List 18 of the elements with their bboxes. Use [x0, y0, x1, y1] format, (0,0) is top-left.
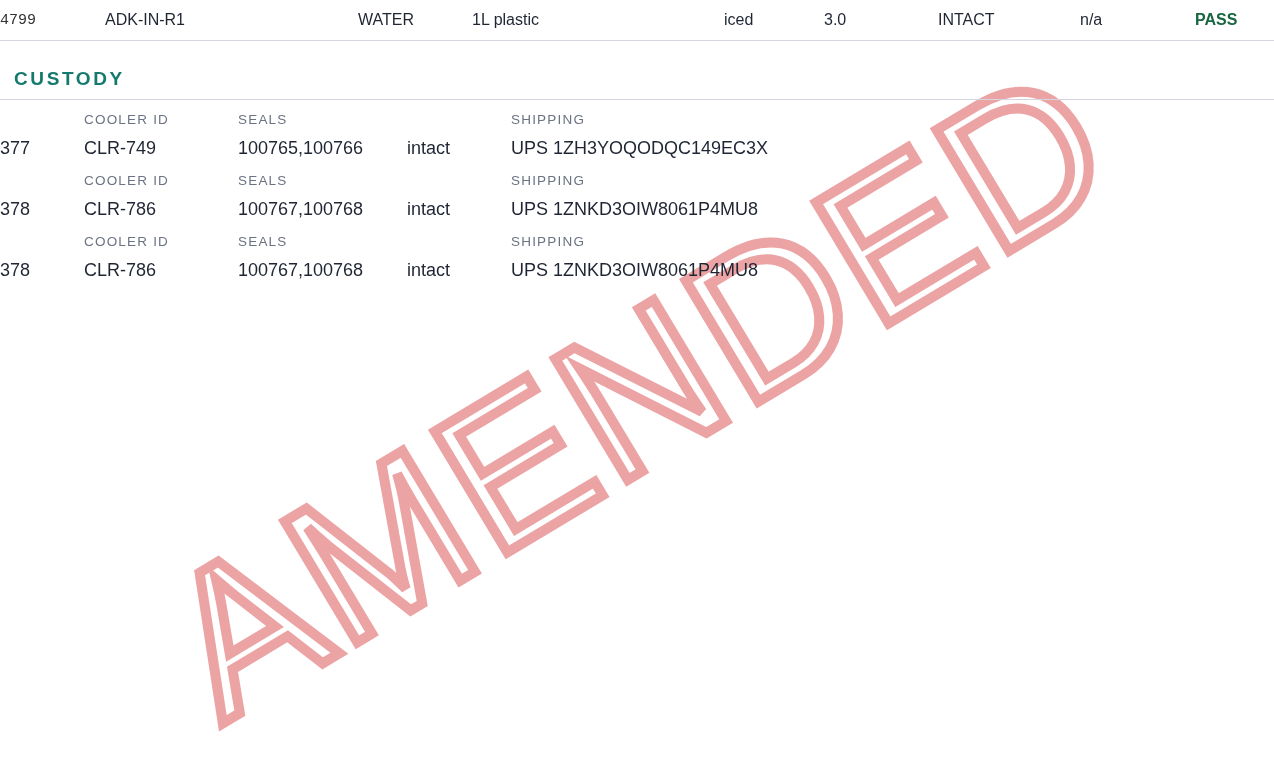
matrix: WATER [358, 11, 415, 29]
row-id: 378 [0, 260, 32, 281]
row-id: 377 [0, 138, 32, 159]
preservation: iced [724, 11, 755, 29]
temperature: 3.0 [824, 11, 848, 29]
cooler-id: CLR-786 [84, 199, 158, 220]
field-label: COOLER ID [84, 173, 171, 188]
sample-id: 4799 [0, 11, 37, 29]
condition: INTACT [938, 11, 996, 29]
field-label: COOLER ID [84, 234, 171, 249]
cooler-id: CLR-749 [84, 138, 158, 159]
container-type: 1L plastic [472, 11, 540, 29]
field-label: COOLER ID [84, 112, 171, 127]
note: n/a [1080, 11, 1104, 29]
cooler-id: CLR-786 [84, 260, 158, 281]
row-id: 378 [0, 199, 32, 220]
result-status: PASS [1195, 11, 1239, 29]
site-code: ADK-IN-R1 [105, 11, 186, 29]
